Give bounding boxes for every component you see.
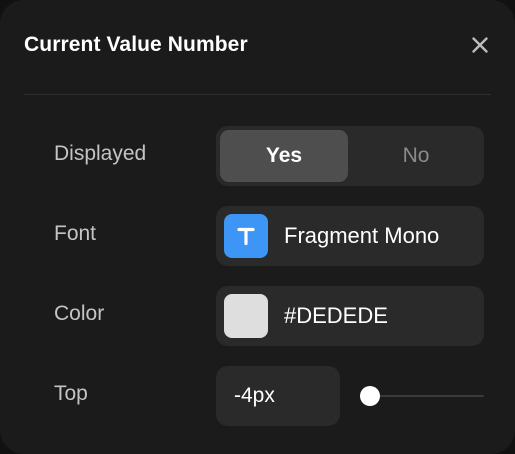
slider-thumb[interactable] [359,386,380,406]
displayed-no-option[interactable]: No [352,130,480,182]
close-button[interactable] [469,34,491,56]
properties-panel: Current Value Number Displayed Yes No Fo… [0,0,515,454]
panel-header: Current Value Number [24,0,491,94]
displayed-yes-option[interactable]: Yes [220,130,348,182]
font-value: Fragment Mono [284,223,440,248]
panel-title: Current Value Number [24,33,248,56]
top-value: -4px [234,384,275,407]
top-number-input[interactable]: -4px [216,366,340,426]
close-icon [472,37,488,53]
text-t-icon [224,214,268,258]
displayed-label: Displayed [54,142,147,165]
top-slider[interactable] [359,384,484,408]
color-value: #DEDEDE [284,303,388,328]
color-label: Color [54,302,105,325]
top-label: Top [54,382,88,405]
color-swatch[interactable] [224,294,268,338]
font-label: Font [54,222,97,245]
header-divider [24,94,491,95]
font-picker[interactable]: Fragment Mono [216,206,484,266]
displayed-toggle: Yes No [216,126,484,186]
color-field[interactable]: #DEDEDE [216,286,484,346]
